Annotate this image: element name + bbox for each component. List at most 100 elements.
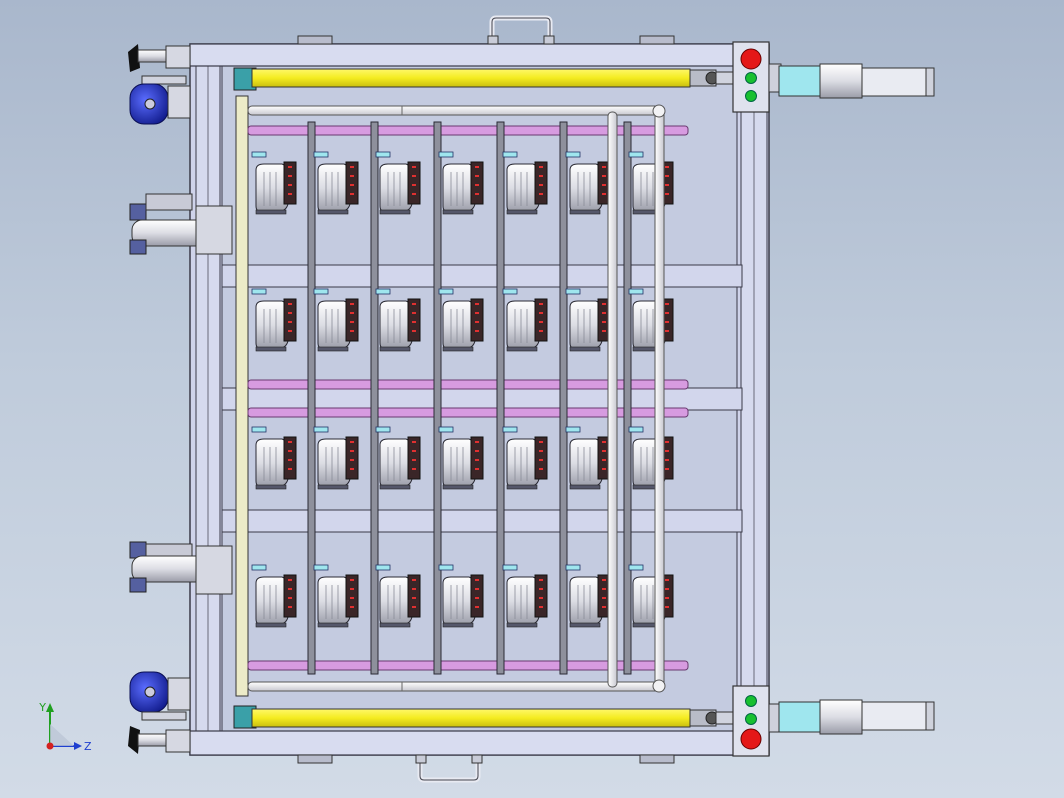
- socket-connector: [345, 436, 359, 480]
- socket-tab: [502, 151, 518, 158]
- socket-body: [569, 163, 603, 213]
- socket-connector: [470, 298, 484, 342]
- cad-viewport[interactable]: Y Z: [0, 0, 1064, 798]
- top-left-leveling-foot: [128, 44, 191, 72]
- socket-tab: [251, 151, 267, 158]
- socket-tab: [375, 426, 391, 433]
- socket-tab: [628, 288, 644, 295]
- socket-tab: [251, 288, 267, 295]
- socket-tab: [375, 288, 391, 295]
- socket-body: [317, 576, 351, 626]
- socket-connector: [534, 298, 548, 342]
- socket-body: [317, 163, 351, 213]
- triad-x-origin: [46, 742, 54, 750]
- top-beam: [189, 43, 770, 67]
- socket-tab: [565, 151, 581, 158]
- top-control-box: [732, 41, 770, 113]
- socket-connector: [470, 574, 484, 618]
- bottom-yellow-bar: [251, 708, 691, 728]
- socket-connector: [407, 161, 421, 205]
- bottom-green-button-2[interactable]: [745, 713, 757, 725]
- socket-tab: [313, 426, 329, 433]
- bottom-beam: [189, 730, 770, 756]
- socket-body: [317, 300, 351, 350]
- bottom-red-button[interactable]: [740, 728, 762, 750]
- socket-body: [255, 576, 289, 626]
- socket-tab: [628, 564, 644, 571]
- top-red-button[interactable]: [740, 48, 762, 70]
- column-post: [496, 121, 505, 675]
- socket-connector: [345, 574, 359, 618]
- socket-connector: [407, 574, 421, 618]
- socket-tab: [375, 564, 391, 571]
- socket-body: [506, 576, 540, 626]
- top-green-button-2[interactable]: [745, 90, 757, 102]
- socket-body: [569, 438, 603, 488]
- socket-tab: [313, 151, 329, 158]
- socket-body: [569, 576, 603, 626]
- socket-connector: [345, 298, 359, 342]
- bottom-handle[interactable]: [415, 754, 483, 783]
- socket-connector: [407, 298, 421, 342]
- bottom-motor: [768, 699, 935, 735]
- socket-connector: [470, 161, 484, 205]
- bottom-green-button-1[interactable]: [745, 695, 757, 707]
- socket-body: [442, 576, 476, 626]
- socket-tab: [565, 564, 581, 571]
- socket-body: [255, 300, 289, 350]
- socket-tab: [502, 564, 518, 571]
- socket-tab: [565, 288, 581, 295]
- top-cyan-motor-housing: [778, 65, 822, 97]
- socket-connector: [534, 436, 548, 480]
- socket-tab: [502, 288, 518, 295]
- socket-body: [255, 438, 289, 488]
- coordinate-triad: Y Z: [38, 701, 92, 753]
- socket-tab: [628, 426, 644, 433]
- top-left-caster: [129, 75, 191, 125]
- column-post: [623, 121, 632, 675]
- cad-scene[interactable]: Y Z: [0, 0, 1064, 798]
- socket-tab: [251, 426, 267, 433]
- column-post: [559, 121, 568, 675]
- socket-tab: [251, 564, 267, 571]
- top-yellow-slide: [233, 67, 739, 91]
- top-green-button-1[interactable]: [745, 72, 757, 84]
- top-handle[interactable]: [487, 15, 555, 45]
- column-post: [370, 121, 379, 675]
- column-post: [433, 121, 442, 675]
- socket-connector: [407, 436, 421, 480]
- tray-left-rail: [235, 95, 249, 697]
- triad-z-label: Z: [84, 740, 92, 753]
- top-motor: [768, 63, 935, 99]
- socket-tab: [313, 564, 329, 571]
- top-yellow-bar: [251, 68, 691, 88]
- socket-connector: [345, 161, 359, 205]
- socket-connector: [283, 436, 297, 480]
- socket-body: [379, 438, 413, 488]
- bottom-yellow-slide: [233, 705, 739, 729]
- socket-tab: [438, 151, 454, 158]
- socket-body: [255, 163, 289, 213]
- socket-body: [506, 163, 540, 213]
- socket-body: [317, 438, 351, 488]
- socket-connector: [470, 436, 484, 480]
- middle-left-caster-2: [129, 541, 233, 595]
- socket-tab: [313, 288, 329, 295]
- column-post: [307, 121, 316, 675]
- bottom-cyan-motor-housing: [778, 701, 822, 733]
- socket-body: [506, 438, 540, 488]
- socket-tab: [628, 151, 644, 158]
- socket-tab: [438, 426, 454, 433]
- socket-body: [442, 438, 476, 488]
- socket-body: [569, 300, 603, 350]
- socket-tab: [502, 426, 518, 433]
- main-frame: [189, 35, 770, 764]
- socket-connector: [283, 574, 297, 618]
- socket-tab: [375, 151, 391, 158]
- socket-body: [379, 576, 413, 626]
- socket-tab: [438, 564, 454, 571]
- socket-body: [506, 300, 540, 350]
- bottom-left-leveling-foot: [128, 726, 191, 754]
- socket-tab: [565, 426, 581, 433]
- bottom-control-box: [732, 685, 770, 757]
